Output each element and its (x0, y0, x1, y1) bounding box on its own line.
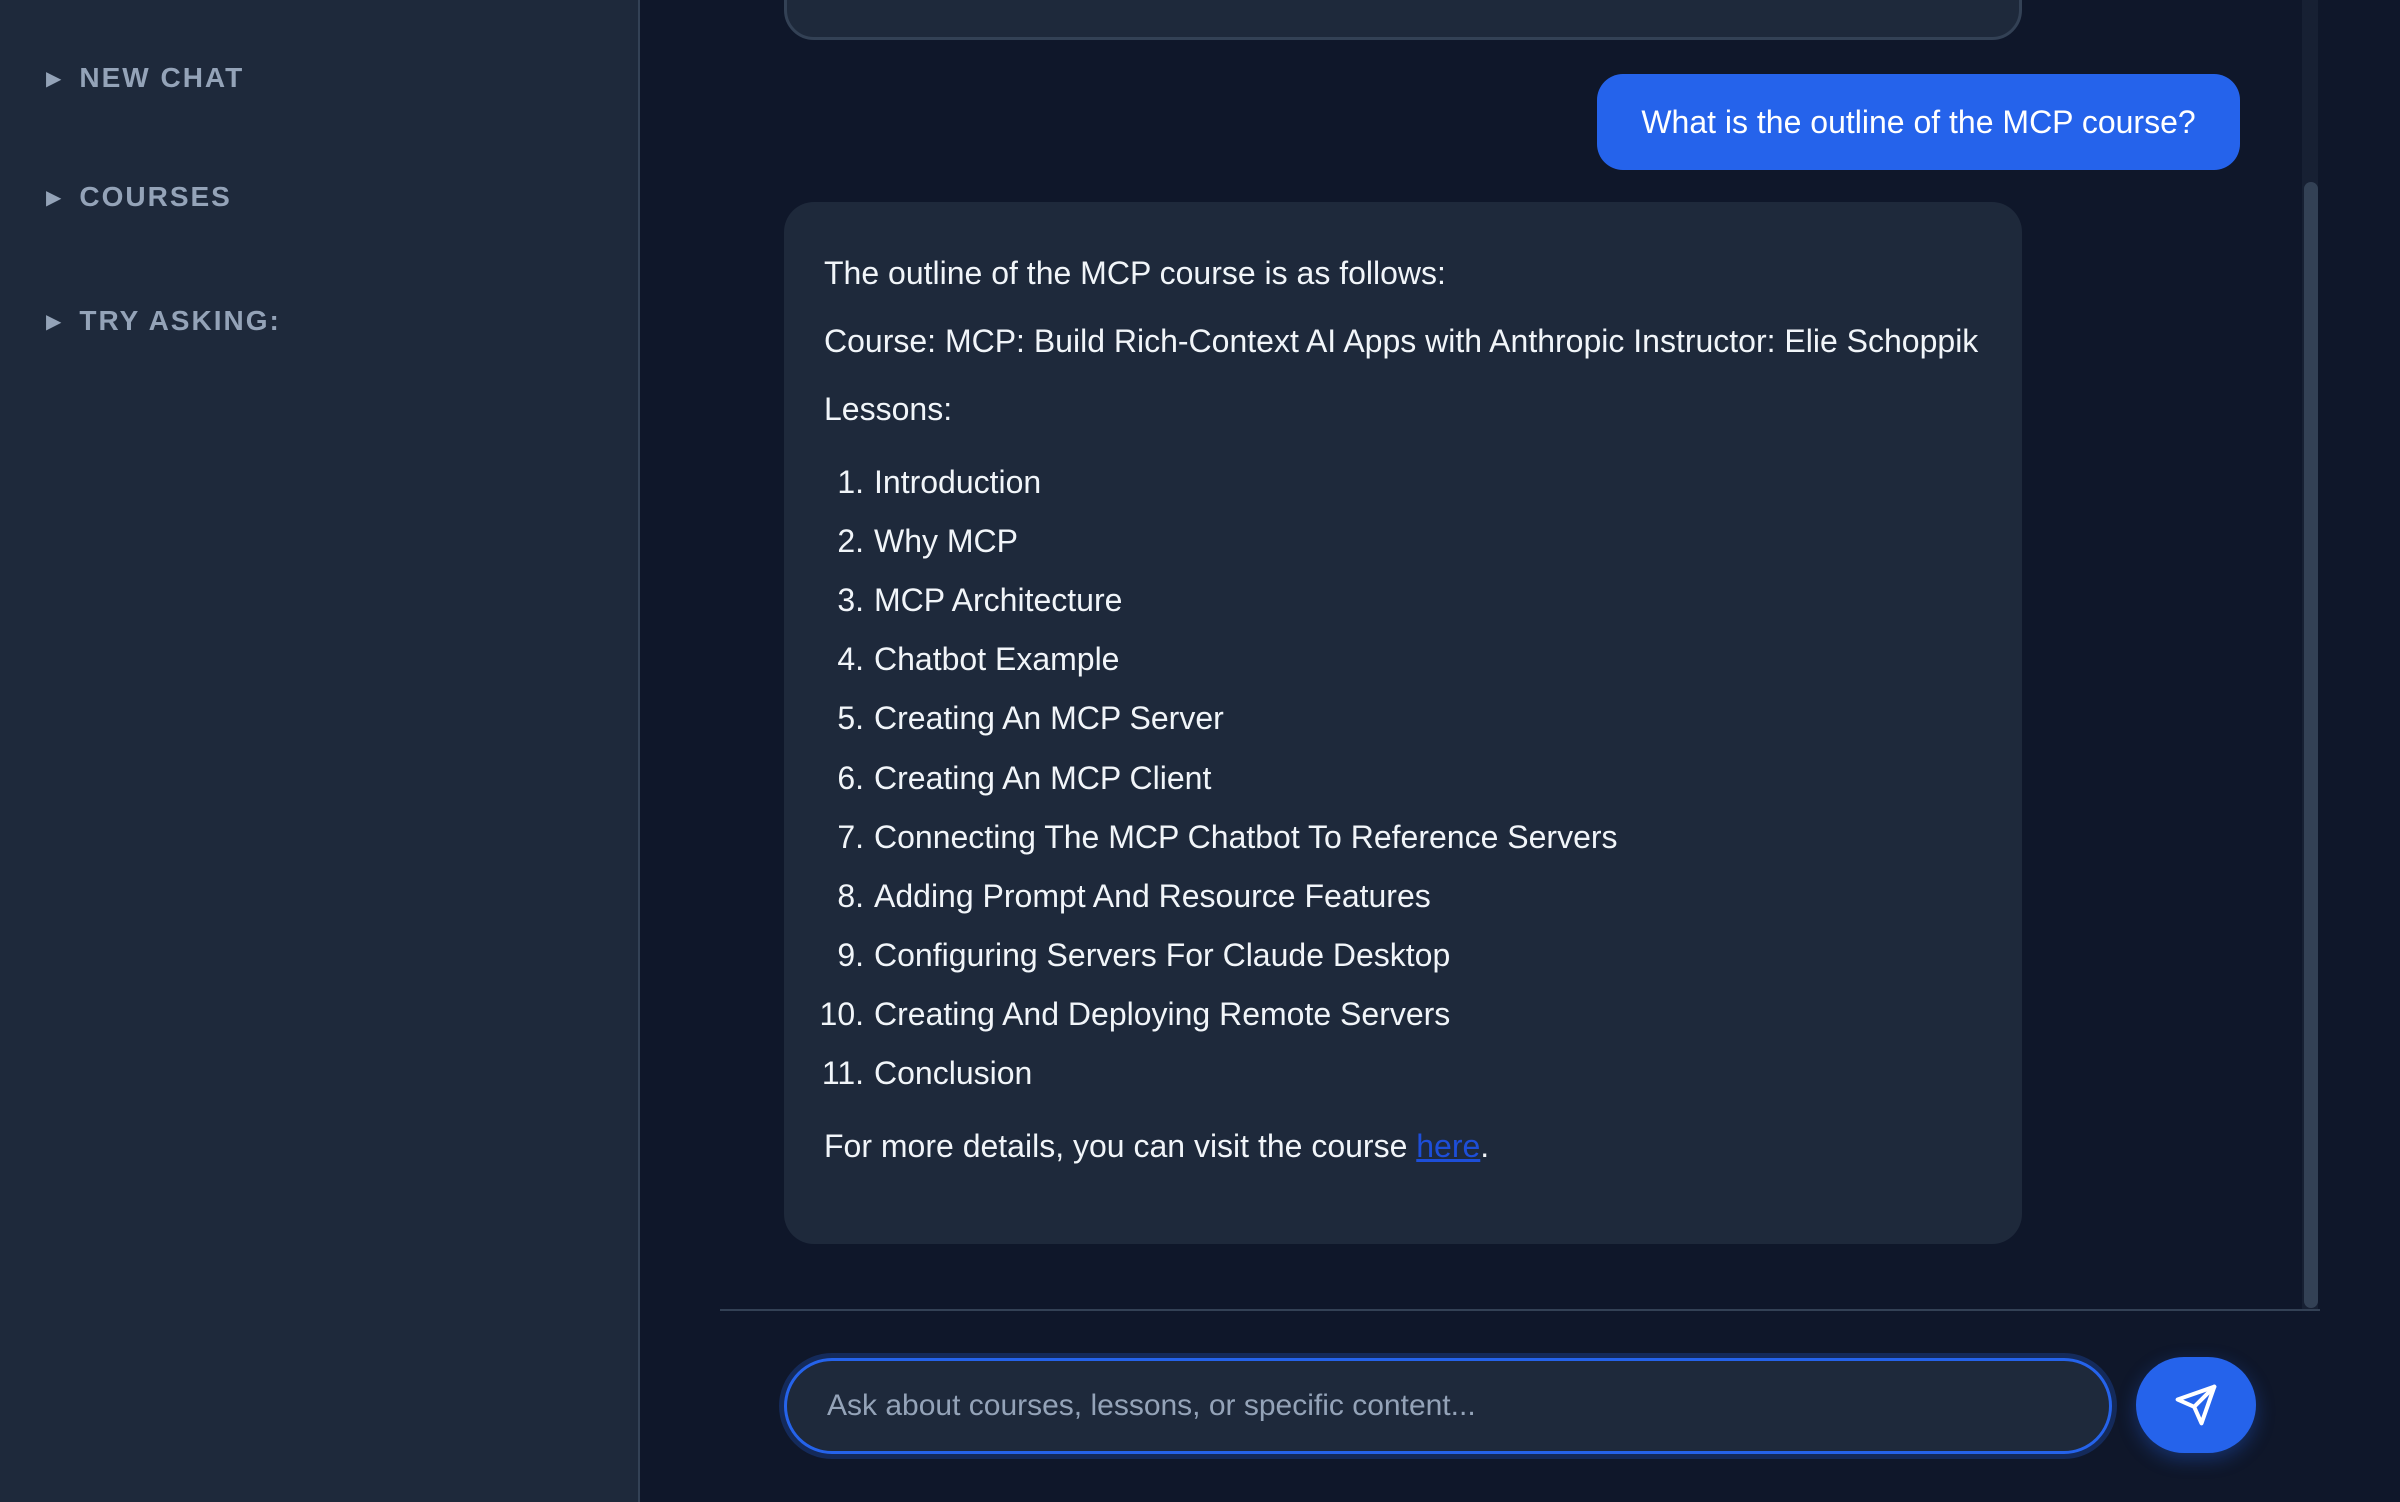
send-icon (2175, 1384, 2217, 1426)
list-item-title: Creating And Deploying Remote Servers (874, 996, 1451, 1033)
sidebar-item-courses[interactable]: ▶ COURSES (46, 181, 232, 213)
list-item-title: Connecting The MCP Chatbot To Reference … (874, 818, 1618, 855)
scrollbar-thumb[interactable] (2304, 182, 2318, 1308)
triangle-right-icon: ▶ (46, 67, 62, 90)
list-item-number: 7. (837, 818, 864, 855)
list-item-title: Chatbot Example (874, 641, 1120, 678)
list-item-title: Adding Prompt And Resource Features (874, 877, 1431, 914)
course-link[interactable]: here (1416, 1128, 1480, 1164)
list-item-title: MCP Architecture (874, 581, 1123, 618)
list-item: 6. Creating An MCP Client (824, 748, 1982, 807)
user-message-text: What is the outline of the MCP course? (1641, 103, 2196, 140)
list-item-number: 1. (837, 463, 864, 500)
list-item-title: Creating An MCP Server (874, 700, 1224, 737)
list-item-number: 5. (837, 700, 864, 737)
assistant-footer-end: . (1480, 1128, 1490, 1165)
sidebar-item-label: COURSES (79, 181, 232, 212)
assistant-intro: The outline of the MCP course is as foll… (824, 255, 1446, 291)
list-item: 3. MCP Architecture (824, 570, 1982, 629)
sidebar: ▶ NEW CHAT ▶ COURSES ▶ TRY ASKING: (0, 0, 640, 1502)
assistant-course-line: Course: MCP: Build Rich-Context AI Apps … (824, 323, 1979, 359)
input-divider (720, 1309, 2320, 1311)
assistant-footer: For more details, you can visit the cour… (824, 1121, 1982, 1171)
list-item-number: 2. (837, 522, 864, 559)
list-item: 9. Configuring Servers For Claude Desktop (824, 926, 1982, 985)
list-item: 4. Chatbot Example (824, 630, 1982, 689)
list-item: 10. Creating And Deploying Remote Servers (820, 985, 1982, 1044)
list-item-title: Conclusion (874, 1055, 1033, 1092)
list-item: 2. Why MCP (824, 511, 1982, 570)
list-item-number: 3. (837, 581, 864, 618)
lessons-list: 1. Introduction 2. Why MCP 3. MCP Architect… (820, 452, 1982, 1103)
send-button[interactable] (2136, 1357, 2256, 1453)
list-item-title: Creating An MCP Client (874, 759, 1212, 796)
sidebar-item-new-chat[interactable]: ▶ NEW CHAT (46, 62, 244, 94)
user-message-bubble: What is the outline of the MCP course? (1597, 74, 2240, 170)
list-item: 7. Connecting The MCP Chatbot To Referenc… (824, 807, 1982, 866)
triangle-right-icon: ▶ (46, 186, 62, 209)
list-item: 8. Adding Prompt And Resource Features (824, 866, 1982, 925)
list-item-number: 6. (837, 759, 864, 796)
list-item-number: 11. (821, 1055, 864, 1092)
sidebar-item-try-asking[interactable]: ▶ TRY ASKING: (46, 305, 281, 337)
list-item-title: Configuring Servers For Claude Desktop (874, 937, 1451, 974)
previous-message-bubble (784, 0, 2022, 40)
sidebar-item-label: TRY ASKING: (79, 305, 281, 336)
list-item: 1. Introduction (824, 452, 1982, 511)
list-item-number: 8. (837, 877, 864, 914)
chat-input[interactable] (784, 1358, 2112, 1454)
list-item-number: 4. (837, 641, 864, 678)
sidebar-item-label: NEW CHAT (79, 62, 245, 93)
list-item-title: Introduction (874, 463, 1042, 500)
assistant-lessons-heading: Lessons: (824, 391, 953, 427)
list-item: 11. Conclusion (822, 1044, 1982, 1103)
triangle-right-icon: ▶ (46, 310, 62, 333)
assistant-message-bubble: The outline of the MCP course is as foll… (784, 202, 2022, 1244)
assistant-footer-text: For more details, you can visit the cour… (824, 1128, 1417, 1165)
list-item-number: 10. (819, 996, 864, 1033)
list-item-number: 9. (837, 937, 864, 974)
list-item-title: Why MCP (874, 522, 1018, 559)
list-item: 5. Creating An MCP Server (824, 689, 1982, 748)
